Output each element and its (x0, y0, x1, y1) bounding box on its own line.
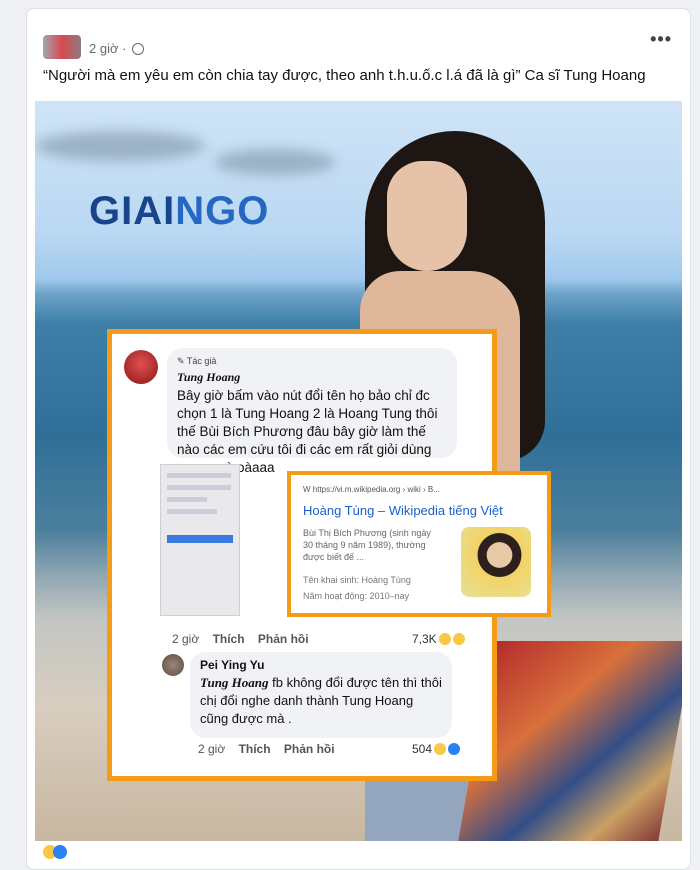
like-link: Thích (212, 632, 245, 646)
wiki-description: Bùi Thị Bích Phương (sinh ngày 30 tháng … (303, 528, 431, 562)
commenter-avatar (124, 350, 158, 384)
comment-bubble: ✎ Tác giả Tung Hoang Bây giờ bấm vào nút… (167, 348, 457, 475)
wiki-url: W https://vi.m.wikipedia.org › wiki › B.… (303, 485, 440, 494)
post-meta: 2 giờ · (89, 41, 145, 56)
post-card: 2 giờ · ••• “Người mà em yêu em còn chia… (26, 8, 691, 870)
reply-avatar (162, 654, 184, 676)
post-time[interactable]: 2 giờ · (89, 41, 126, 56)
reaction-summary[interactable] (43, 845, 67, 864)
haha-icon (438, 633, 451, 645)
wiki-birth-name: Tên khai sinh: Hoàng Tùng (303, 575, 411, 585)
poster-avatar[interactable] (43, 35, 81, 59)
person-face (387, 161, 467, 271)
wikipedia-result-card: W https://vi.m.wikipedia.org › wiki › B.… (287, 471, 551, 617)
like-icon (53, 845, 67, 859)
comment-reactions: 7,3K (412, 632, 465, 646)
reply-text: Tung Hoang fb không đổi được tên thì thô… (200, 675, 442, 726)
more-options-button[interactable]: ••• (650, 29, 672, 50)
reply-reply-link: Phản hồi (283, 742, 335, 756)
reply-name: Pei Ying Yu (200, 658, 265, 672)
commenter-name: Tung Hoang (177, 370, 241, 384)
haha-icon (434, 743, 447, 755)
post-caption: “Người mà em yêu em còn chia tay được, t… (43, 67, 646, 84)
wiki-active-years: Năm hoạt động: 2010–nay (303, 591, 410, 601)
reply-reactions: 504 (412, 742, 461, 756)
watermark-logo: GIAINGO (89, 189, 270, 233)
phone-screenshot-thumbnail (160, 464, 240, 616)
sad-icon (452, 633, 465, 645)
wiki-thumbnail (461, 527, 531, 597)
like-icon (448, 743, 461, 755)
reply-like-link: Thích (238, 742, 271, 756)
wiki-title: Hoàng Tùng – Wikipedia tiếng Việt (303, 503, 503, 518)
author-badge: ✎ Tác giả (177, 356, 217, 366)
reply-actions: 2 giờ Thích Phản hồi (198, 742, 345, 756)
globe-icon (132, 43, 145, 55)
reply-link: Phản hồi (257, 632, 309, 646)
comment-actions: 2 giờ Thích Phản hồi (172, 632, 319, 646)
reply-bubble: Pei Ying Yu Tung Hoang fb không đổi được… (190, 652, 452, 738)
reply-time: 2 giờ (198, 742, 226, 756)
post-photo[interactable]: GIAINGO ✎ Tác giả Tung Hoang Bây giờ bấm… (35, 101, 682, 841)
comment-time: 2 giờ (172, 632, 200, 646)
